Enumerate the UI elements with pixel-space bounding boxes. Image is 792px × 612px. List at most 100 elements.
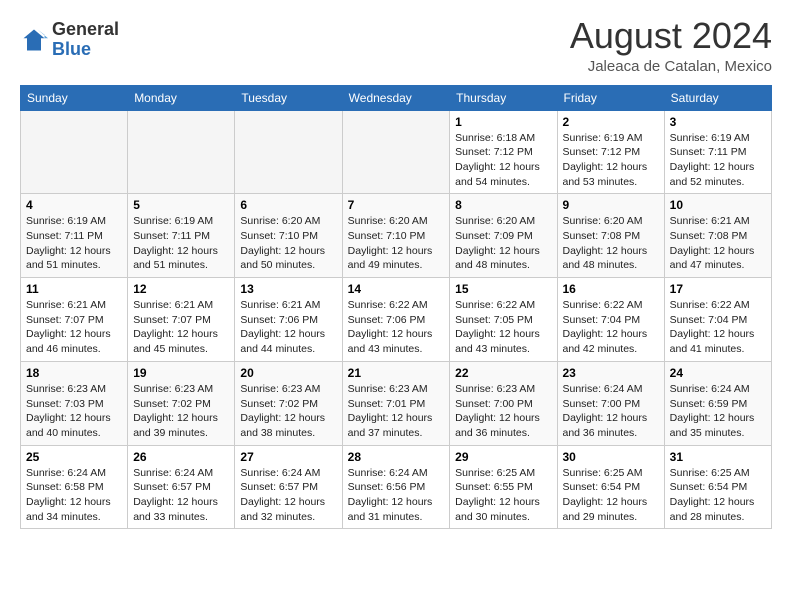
calendar-day-cell: [128, 110, 235, 194]
title-block: August 2024 Jaleaca de Catalan, Mexico: [570, 16, 772, 75]
day-info: Sunrise: 6:25 AM Sunset: 6:54 PM Dayligh…: [670, 466, 766, 525]
day-number: 11: [26, 282, 122, 296]
calendar-week-row: 11 Sunrise: 6:21 AM Sunset: 7:07 PM Dayli…: [21, 278, 772, 362]
day-number: 4: [26, 198, 122, 212]
calendar-day-cell: 20 Sunrise: 6:23 AM Sunset: 7:02 PM Dayli…: [235, 361, 342, 445]
day-number: 7: [348, 198, 445, 212]
day-number: 26: [133, 450, 229, 464]
day-number: 17: [670, 282, 766, 296]
day-number: 2: [563, 115, 659, 129]
logo-icon: [20, 26, 48, 54]
calendar-day-cell: 14 Sunrise: 6:22 AM Sunset: 7:06 PM Dayli…: [342, 278, 450, 362]
calendar-day-cell: 26 Sunrise: 6:24 AM Sunset: 6:57 PM Dayli…: [128, 445, 235, 529]
calendar-day-cell: 19Sunrise: 6:23 AM Sunset: 7:02 PM Dayli…: [128, 361, 235, 445]
day-number: 16: [563, 282, 659, 296]
day-info: Sunrise: 6:19 AM Sunset: 7:11 PM Dayligh…: [133, 214, 229, 273]
day-number: 29: [455, 450, 551, 464]
day-info: Sunrise: 6:22 AM Sunset: 7:06 PM Dayligh…: [348, 298, 445, 357]
calendar-day-cell: 17 Sunrise: 6:22 AM Sunset: 7:04 PM Dayli…: [664, 278, 771, 362]
month-year-title: August 2024: [570, 16, 772, 56]
calendar-day-cell: 16Sunrise: 6:22 AM Sunset: 7:04 PM Dayli…: [557, 278, 664, 362]
calendar-day-cell: [235, 110, 342, 194]
day-info: Sunrise: 6:20 AM Sunset: 7:09 PM Dayligh…: [455, 214, 551, 273]
calendar-day-header: Sunday: [21, 85, 128, 110]
calendar-day-cell: 31 Sunrise: 6:25 AM Sunset: 6:54 PM Dayli…: [664, 445, 771, 529]
day-number: 30: [563, 450, 659, 464]
day-info: Sunrise: 6:19 AM Sunset: 7:11 PM Dayligh…: [26, 214, 122, 273]
day-number: 6: [240, 198, 336, 212]
day-info: Sunrise: 6:22 AM Sunset: 7:04 PM Dayligh…: [670, 298, 766, 357]
day-number: 24: [670, 366, 766, 380]
day-number: 25: [26, 450, 122, 464]
day-info: Sunrise: 6:24 AM Sunset: 7:00 PM Dayligh…: [563, 382, 659, 441]
day-info: Sunrise: 6:21 AM Sunset: 7:07 PM Dayligh…: [133, 298, 229, 357]
day-number: 20: [240, 366, 336, 380]
calendar-day-cell: [21, 110, 128, 194]
logo: General Blue: [20, 20, 119, 60]
day-number: 28: [348, 450, 445, 464]
day-info: Sunrise: 6:21 AM Sunset: 7:07 PM Dayligh…: [26, 298, 122, 357]
calendar-day-cell: 9Sunrise: 6:20 AM Sunset: 7:08 PM Daylig…: [557, 194, 664, 278]
calendar-day-cell: [342, 110, 450, 194]
day-info: Sunrise: 6:25 AM Sunset: 6:55 PM Dayligh…: [455, 466, 551, 525]
day-info: Sunrise: 6:24 AM Sunset: 6:57 PM Dayligh…: [133, 466, 229, 525]
calendar-day-cell: 7Sunrise: 6:20 AM Sunset: 7:10 PM Daylig…: [342, 194, 450, 278]
calendar-day-header: Saturday: [664, 85, 771, 110]
day-info: Sunrise: 6:21 AM Sunset: 7:06 PM Dayligh…: [240, 298, 336, 357]
calendar-day-cell: 25 Sunrise: 6:24 AM Sunset: 6:58 PM Dayli…: [21, 445, 128, 529]
day-number: 1: [455, 115, 551, 129]
calendar-day-cell: 24 Sunrise: 6:24 AM Sunset: 6:59 PM Dayli…: [664, 361, 771, 445]
day-info: Sunrise: 6:24 AM Sunset: 6:58 PM Dayligh…: [26, 466, 122, 525]
calendar-day-cell: 28 Sunrise: 6:24 AM Sunset: 6:56 PM Dayli…: [342, 445, 450, 529]
day-info: Sunrise: 6:23 AM Sunset: 7:01 PM Dayligh…: [348, 382, 445, 441]
calendar-day-cell: 12 Sunrise: 6:21 AM Sunset: 7:07 PM Dayli…: [128, 278, 235, 362]
calendar-day-header: Monday: [128, 85, 235, 110]
logo-text: General Blue: [52, 20, 119, 60]
day-info: Sunrise: 6:20 AM Sunset: 7:10 PM Dayligh…: [240, 214, 336, 273]
day-info: Sunrise: 6:23 AM Sunset: 7:02 PM Dayligh…: [240, 382, 336, 441]
day-number: 15: [455, 282, 551, 296]
day-info: Sunrise: 6:21 AM Sunset: 7:08 PM Dayligh…: [670, 214, 766, 273]
calendar-day-cell: 3Sunrise: 6:19 AM Sunset: 7:11 PM Daylig…: [664, 110, 771, 194]
day-info: Sunrise: 6:24 AM Sunset: 6:59 PM Dayligh…: [670, 382, 766, 441]
calendar-header-row: SundayMondayTuesdayWednesdayThursdayFrid…: [21, 85, 772, 110]
day-number: 31: [670, 450, 766, 464]
calendar-day-header: Tuesday: [235, 85, 342, 110]
day-info: Sunrise: 6:25 AM Sunset: 6:54 PM Dayligh…: [563, 466, 659, 525]
day-number: 14: [348, 282, 445, 296]
calendar-day-cell: 15Sunrise: 6:22 AM Sunset: 7:05 PM Dayli…: [450, 278, 557, 362]
day-info: Sunrise: 6:24 AM Sunset: 6:56 PM Dayligh…: [348, 466, 445, 525]
calendar-week-row: 25 Sunrise: 6:24 AM Sunset: 6:58 PM Dayli…: [21, 445, 772, 529]
calendar-day-cell: 5 Sunrise: 6:19 AM Sunset: 7:11 PM Daylig…: [128, 194, 235, 278]
calendar-day-cell: 1 Sunrise: 6:18 AM Sunset: 7:12 PM Daylig…: [450, 110, 557, 194]
day-number: 12: [133, 282, 229, 296]
day-number: 22: [455, 366, 551, 380]
day-info: Sunrise: 6:23 AM Sunset: 7:00 PM Dayligh…: [455, 382, 551, 441]
day-info: Sunrise: 6:18 AM Sunset: 7:12 PM Dayligh…: [455, 131, 551, 190]
calendar-day-cell: 21Sunrise: 6:23 AM Sunset: 7:01 PM Dayli…: [342, 361, 450, 445]
calendar-day-cell: 27Sunrise: 6:24 AM Sunset: 6:57 PM Dayli…: [235, 445, 342, 529]
calendar-day-cell: 8 Sunrise: 6:20 AM Sunset: 7:09 PM Daylig…: [450, 194, 557, 278]
day-number: 23: [563, 366, 659, 380]
calendar-day-header: Wednesday: [342, 85, 450, 110]
day-info: Sunrise: 6:19 AM Sunset: 7:12 PM Dayligh…: [563, 131, 659, 190]
calendar-day-cell: 22 Sunrise: 6:23 AM Sunset: 7:00 PM Dayli…: [450, 361, 557, 445]
day-number: 8: [455, 198, 551, 212]
day-number: 5: [133, 198, 229, 212]
day-number: 13: [240, 282, 336, 296]
day-number: 18: [26, 366, 122, 380]
calendar-day-cell: 30 Sunrise: 6:25 AM Sunset: 6:54 PM Dayli…: [557, 445, 664, 529]
calendar-day-cell: 11 Sunrise: 6:21 AM Sunset: 7:07 PM Dayli…: [21, 278, 128, 362]
page-header: General Blue August 2024 Jaleaca de Cata…: [20, 16, 772, 75]
calendar-week-row: 4 Sunrise: 6:19 AM Sunset: 7:11 PM Daylig…: [21, 194, 772, 278]
day-number: 10: [670, 198, 766, 212]
day-info: Sunrise: 6:19 AM Sunset: 7:11 PM Dayligh…: [670, 131, 766, 190]
calendar-day-header: Friday: [557, 85, 664, 110]
calendar-day-header: Thursday: [450, 85, 557, 110]
calendar-day-cell: 6 Sunrise: 6:20 AM Sunset: 7:10 PM Daylig…: [235, 194, 342, 278]
day-info: Sunrise: 6:23 AM Sunset: 7:03 PM Dayligh…: [26, 382, 122, 441]
calendar-day-cell: 2 Sunrise: 6:19 AM Sunset: 7:12 PM Daylig…: [557, 110, 664, 194]
calendar-day-cell: 29 Sunrise: 6:25 AM Sunset: 6:55 PM Dayli…: [450, 445, 557, 529]
calendar-week-row: 18 Sunrise: 6:23 AM Sunset: 7:03 PM Dayli…: [21, 361, 772, 445]
calendar-day-cell: 13 Sunrise: 6:21 AM Sunset: 7:06 PM Dayli…: [235, 278, 342, 362]
